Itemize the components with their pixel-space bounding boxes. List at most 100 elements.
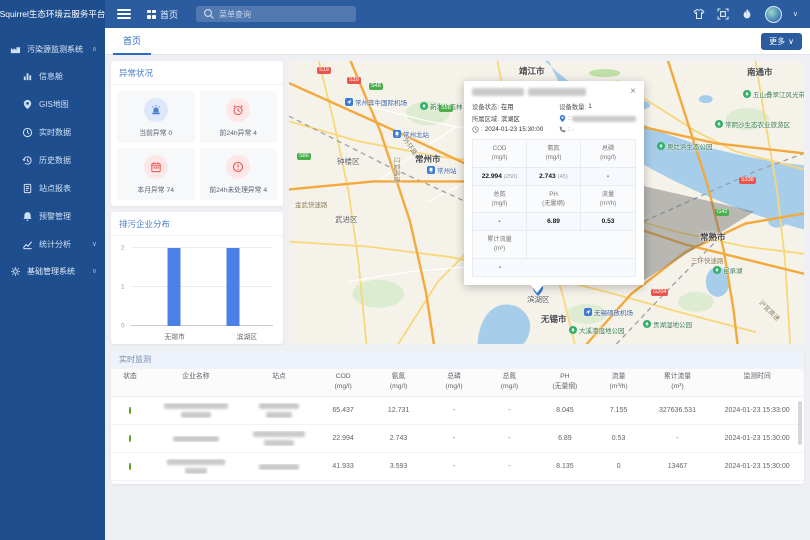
map-label-昆承湖: 昆承湖 bbox=[713, 265, 743, 275]
park-icon bbox=[715, 120, 723, 128]
cell-value: - bbox=[482, 407, 537, 414]
redacted-company-name bbox=[528, 88, 586, 96]
dashboard-icon bbox=[22, 71, 33, 82]
more-button[interactable]: 更多∨ bbox=[761, 33, 802, 50]
train-station-icon bbox=[393, 130, 401, 138]
table-row[interactable]: 65.43712.731--8.0457.155327636.5312024-0… bbox=[111, 397, 804, 425]
metric-value-PH: 6.89 bbox=[527, 213, 581, 231]
map-label-无锡硕放机场: 无锡硕放机场 bbox=[584, 307, 633, 317]
metric-name-COD: COD(mg/l) bbox=[473, 140, 527, 168]
cell-value: - bbox=[426, 435, 481, 442]
map-label-常州奔牛国际机场: 常州奔牛国际机场 bbox=[345, 97, 407, 107]
chart-bar-无锡市 bbox=[167, 248, 180, 326]
road-badge-S39: S39 bbox=[347, 77, 361, 84]
hamburger-menu-icon[interactable] bbox=[117, 9, 131, 19]
device-count: 1 bbox=[588, 103, 592, 110]
chevron-icon: ∨ bbox=[92, 240, 97, 248]
stat-card-前24h异常 4[interactable]: 前24h异常 4 bbox=[200, 91, 278, 143]
breadcrumb-home[interactable]: 首页 bbox=[160, 8, 178, 21]
chevron-down-icon[interactable]: ∨ bbox=[793, 10, 798, 18]
airport-icon bbox=[584, 308, 592, 316]
alert-bell-icon bbox=[22, 211, 33, 222]
chevron-icon: ∧ bbox=[92, 45, 97, 53]
metric-value-总磷: - bbox=[581, 168, 635, 186]
flame-icon[interactable] bbox=[741, 8, 754, 21]
col-header-总氮: 总氮(mg/l) bbox=[482, 372, 537, 392]
sidebar-item-站点报表[interactable]: 站点报表 bbox=[0, 174, 105, 202]
clock-alert-icon bbox=[226, 98, 250, 122]
sidebar-item-实时数据[interactable]: 实时数据 bbox=[0, 118, 105, 146]
road-badge-S86: S86 bbox=[297, 153, 311, 160]
col-header-累计流量: 累计流量(m³) bbox=[645, 372, 711, 392]
y-tick: 2 bbox=[121, 245, 125, 252]
theme-shirt-icon[interactable] bbox=[693, 8, 706, 21]
report-icon bbox=[22, 183, 33, 194]
monitor-table-header: 状态企业名称站点COD(mg/l)氨氮(mg/l)总磷(mg/l)总氮(mg/l… bbox=[111, 369, 804, 397]
map-label-五山叠翠江风光带: 五山叠翠江风光带 bbox=[743, 89, 804, 99]
map-label-靖江市: 靖江市 bbox=[519, 65, 545, 77]
metric-empty bbox=[527, 259, 635, 277]
sidebar-item-信息舱[interactable]: 信息舱 bbox=[0, 62, 105, 90]
road-badge-S58: S58 bbox=[439, 105, 453, 112]
redacted-company bbox=[149, 459, 243, 474]
map-label-常州市: 常州市 bbox=[415, 153, 441, 165]
sidebar-spacer bbox=[0, 28, 105, 36]
popup-close-icon[interactable]: × bbox=[630, 88, 636, 96]
cell-value: - bbox=[426, 407, 481, 414]
search-input[interactable] bbox=[219, 10, 339, 19]
sidebar-item-统计分析[interactable]: 统计分析∨ bbox=[0, 230, 105, 258]
breadcrumb[interactable]: 首页 bbox=[147, 8, 178, 21]
sidebar-group-基础管理系统[interactable]: 基础管理系统∨ bbox=[0, 258, 105, 284]
redacted-company bbox=[149, 403, 243, 418]
device-status: 在用 bbox=[501, 102, 514, 111]
col-header-流量: 流量(m³/h) bbox=[593, 372, 645, 392]
tab-home[interactable]: 首页 bbox=[113, 28, 151, 55]
metric-value-COD: 22.994 (250) bbox=[473, 168, 527, 186]
user-avatar[interactable] bbox=[765, 6, 782, 23]
stat-card-前24h未处理异常 4[interactable]: 前24h未处理异常 4 bbox=[200, 148, 278, 200]
status-dot bbox=[111, 407, 149, 414]
screenshot-icon[interactable] bbox=[717, 8, 730, 21]
stat-card-本月异常 74[interactable]: 本月异常 74 bbox=[117, 148, 195, 200]
menu-search[interactable] bbox=[196, 6, 356, 22]
sidebar-item-历史数据[interactable]: 历史数据 bbox=[0, 146, 105, 174]
popup-datetime: 2024-01-23 15:30:00 bbox=[485, 126, 543, 133]
stat-card-当前异常 0[interactable]: 当前异常 0 bbox=[117, 91, 195, 143]
cell-value: - bbox=[645, 435, 711, 442]
map-canvas[interactable]: 靖江市南通市常州市无锡市常熟市钟楼区武进区滨湖区新发生态林奥灶浜生态公园常阴沙生… bbox=[289, 61, 804, 344]
app-logo: Squirrel生态环境云服务平台 bbox=[0, 0, 105, 28]
park-icon bbox=[643, 320, 651, 328]
sidebar-item-GIS地图[interactable]: GIS地图 bbox=[0, 90, 105, 118]
stat-label: 当前异常 0 bbox=[119, 127, 193, 137]
cell-value: 0.53 bbox=[593, 435, 645, 442]
road-badge-G204: G204 bbox=[651, 289, 668, 296]
park-icon bbox=[657, 142, 665, 150]
x-tick-滨湖区: 滨湖区 bbox=[237, 331, 257, 341]
col-header-监测时间: 监测时间 bbox=[710, 372, 804, 392]
table-row[interactable]: 41.9333.593--8.1350134672024-01-23 15:30… bbox=[111, 453, 804, 481]
map-label-常州站: 常州站 bbox=[427, 165, 457, 175]
sidebar-item-预警管理[interactable]: 预警管理 bbox=[0, 202, 105, 230]
location-pin-icon bbox=[559, 115, 566, 122]
exclamation-icon bbox=[226, 155, 250, 179]
map-pin-icon bbox=[22, 99, 33, 110]
sidebar-group-污染源监测系统[interactable]: 污染源监测系统∧ bbox=[0, 36, 105, 62]
realtime-monitor-card: 实时监测 状态企业名称站点COD(mg/l)氨氮(mg/l)总磷(mg/l)总氮… bbox=[111, 350, 804, 484]
calendar-icon bbox=[144, 155, 168, 179]
popup-tail bbox=[530, 284, 544, 293]
chart-bar-滨湖区 bbox=[227, 248, 240, 326]
cell-value: 3.593 bbox=[371, 463, 426, 470]
sidebar: 污染源监测系统∧信息舱GIS地图实时数据历史数据站点报表预警管理统计分析∨基础管… bbox=[0, 28, 105, 540]
redacted-address bbox=[572, 116, 636, 122]
cell-value: 41.933 bbox=[315, 463, 370, 470]
gridline bbox=[131, 286, 273, 287]
settings-icon bbox=[10, 266, 21, 277]
metric-name-累计流量: 累计流量(m³) bbox=[473, 231, 527, 259]
home-grid-icon bbox=[147, 10, 156, 19]
metric-name-总磷: 总磷(mg/l) bbox=[581, 140, 635, 168]
chart-title: 排污企业分布 bbox=[111, 212, 283, 236]
siren-icon bbox=[144, 98, 168, 122]
map-label-金武快速路: 金武快速路 bbox=[295, 199, 328, 209]
table-row[interactable]: 22.9942.743--6.890.53-2024-01-23 15:30:0… bbox=[111, 425, 804, 453]
table-scrollbar[interactable] bbox=[798, 401, 802, 445]
